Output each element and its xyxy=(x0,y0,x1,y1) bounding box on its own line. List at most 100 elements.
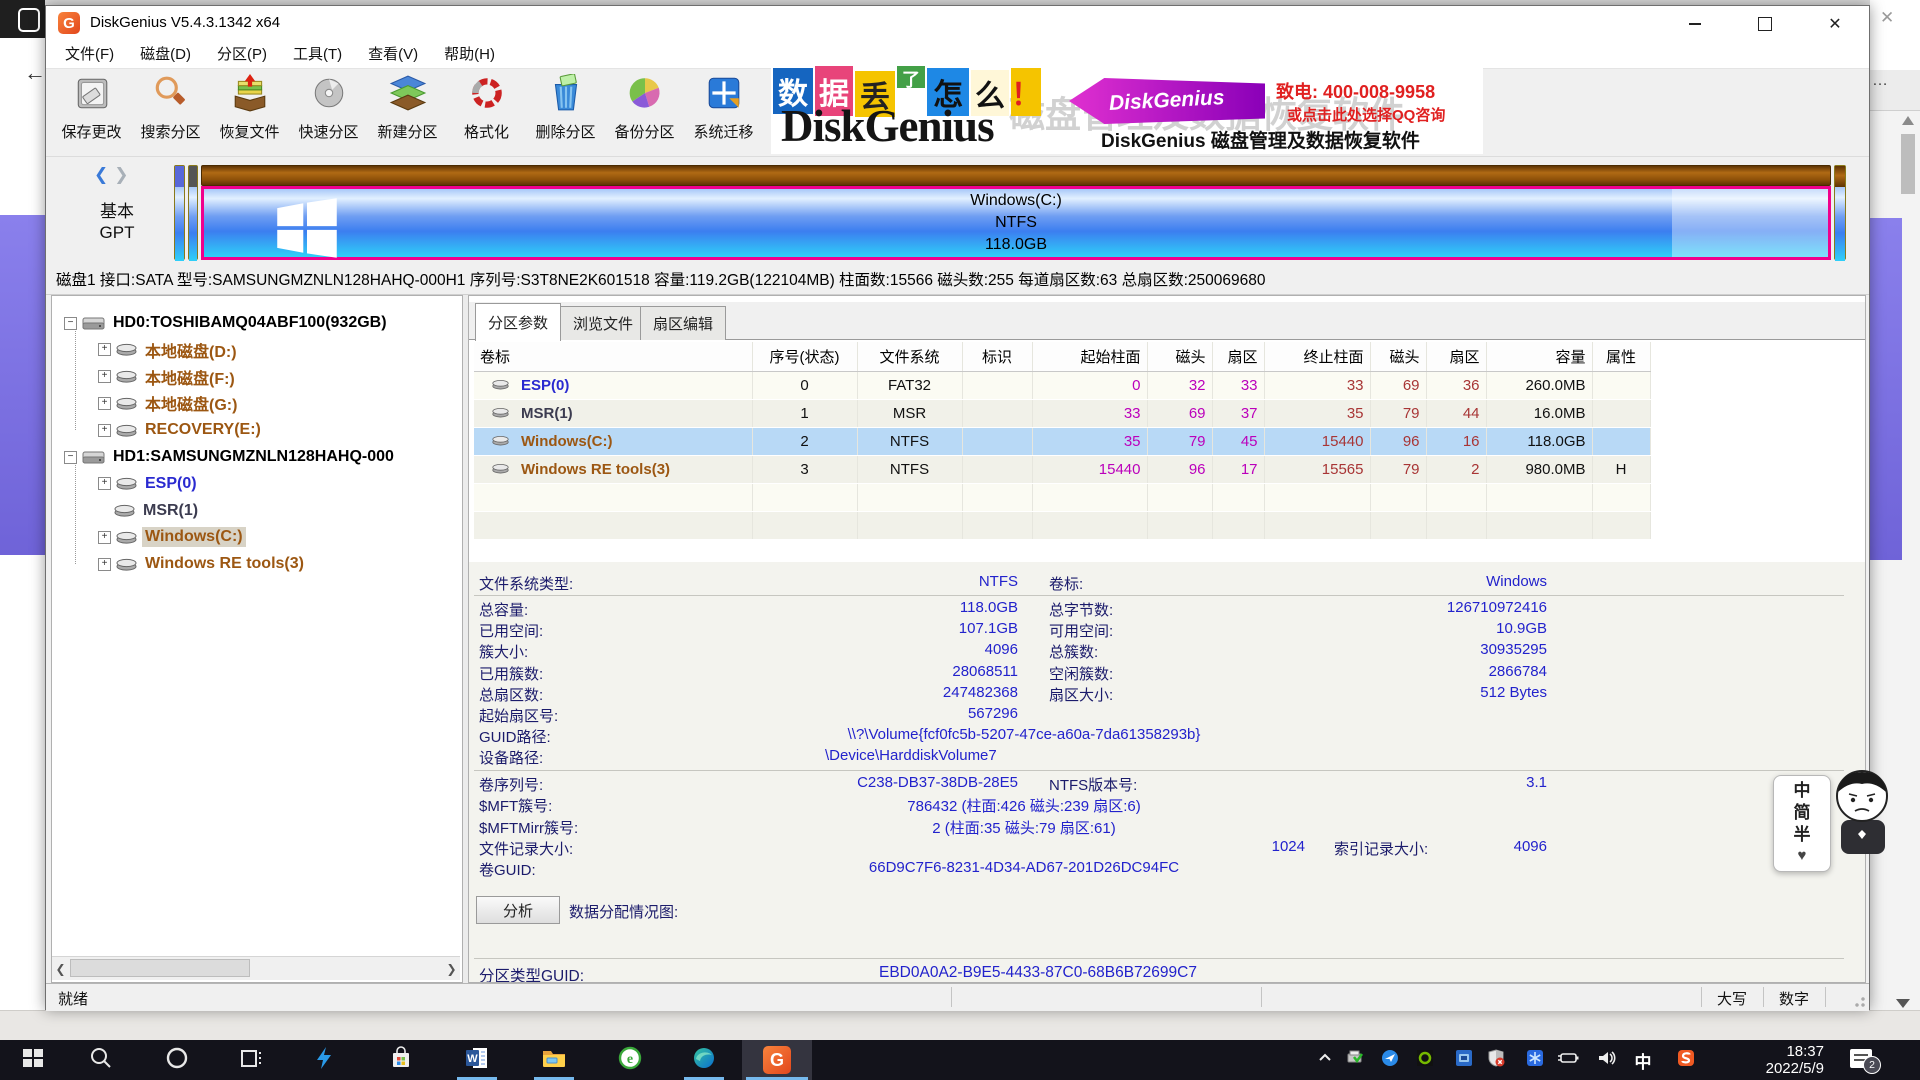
column-header[interactable]: 容量 xyxy=(1486,342,1592,372)
ime-lang-toggle[interactable]: 中 xyxy=(1794,780,1811,802)
tray-ime-mode-icon[interactable]: 中 xyxy=(1628,1040,1658,1080)
tray-snowflake-icon[interactable] xyxy=(1520,1040,1550,1080)
scroll-up-icon[interactable] xyxy=(1902,116,1914,125)
expand-icon[interactable]: + xyxy=(98,531,111,544)
taskbar-store-button[interactable] xyxy=(377,1040,425,1080)
column-header[interactable]: 卷标 xyxy=(474,342,752,372)
taskbar-word-button[interactable]: W xyxy=(453,1040,501,1080)
column-header[interactable]: 序号(状态) xyxy=(752,342,857,372)
toolbar-format-button[interactable]: 格式化 xyxy=(447,69,526,153)
table-header-row[interactable]: 卷标序号(状态)文件系统标识起始柱面磁头扇区终止柱面磁头扇区容量属性 xyxy=(474,342,1650,372)
toolbar-backup-partition-button[interactable]: 备份分区 xyxy=(605,69,684,153)
collapse-icon[interactable]: − xyxy=(64,451,77,464)
partition-c-bar[interactable]: Windows(C:) NTFS 118.0GB xyxy=(201,186,1831,260)
ad-banner[interactable]: 磁盘管理及数据恢复软件 数据丢了怎么！ DiskGenius DiskGeniu… xyxy=(771,66,1483,154)
taskbar-edge-button[interactable] xyxy=(680,1040,728,1080)
analyze-button[interactable]: 分析 xyxy=(476,896,560,924)
expand-icon[interactable]: + xyxy=(98,424,111,437)
taskbar-diskgenius-button[interactable]: G xyxy=(742,1040,812,1080)
tray-bird-icon[interactable] xyxy=(1375,1040,1405,1080)
tray-tray-expand-icon[interactable] xyxy=(1310,1040,1340,1080)
toolbar-save-button[interactable]: 保存更改 xyxy=(52,69,131,153)
partition-esp-bar[interactable] xyxy=(174,165,185,260)
column-header[interactable]: 扇区 xyxy=(1212,342,1264,372)
tray-sogou-icon[interactable] xyxy=(1671,1040,1701,1080)
back-arrow-icon[interactable]: ← xyxy=(24,60,46,86)
expand-icon[interactable]: + xyxy=(98,370,111,383)
scroll-left-icon[interactable]: ❮ xyxy=(52,957,69,980)
column-header[interactable]: 磁头 xyxy=(1147,342,1212,372)
tree-item--g-[interactable]: +本地磁盘(G:) xyxy=(98,390,240,416)
tray-volume-icon[interactable] xyxy=(1592,1040,1622,1080)
column-header[interactable]: 标识 xyxy=(962,342,1032,372)
tree-item-hd1-samsungmznln128hahq-000[interactable]: −HD1:SAMSUNGMZNLN128HAHQ-000 xyxy=(64,444,397,470)
menu-item-2[interactable]: 分区(P) xyxy=(204,41,280,69)
menu-item-1[interactable]: 磁盘(D) xyxy=(127,41,204,69)
table-row[interactable]: Windows(C:)2NTFS357945154409616118.0GB xyxy=(474,428,1650,456)
maximize-button[interactable] xyxy=(1736,6,1794,41)
disk-nav-arrows[interactable]: ❮❯ xyxy=(94,165,140,185)
tree-item-recovery-e-[interactable]: +RECOVERY(E:) xyxy=(98,417,264,443)
column-header[interactable]: 属性 xyxy=(1592,342,1650,372)
collapse-icon[interactable]: − xyxy=(64,317,77,330)
tray-intel-graphics-icon[interactable] xyxy=(1449,1040,1479,1080)
menu-item-0[interactable]: 文件(F) xyxy=(52,41,127,69)
column-header[interactable]: 文件系统 xyxy=(857,342,962,372)
taskbar-cortana-button[interactable] xyxy=(153,1040,201,1080)
toolbar-new-partition-button[interactable]: 新建分区 xyxy=(368,69,447,153)
minimize-button[interactable] xyxy=(1666,6,1724,41)
close-button[interactable]: ✕ xyxy=(1806,6,1864,41)
tray-print-queue-icon[interactable] xyxy=(1340,1040,1370,1080)
banner-qq-link[interactable]: 或点击此处选择QQ咨询 xyxy=(1287,104,1445,125)
tree-item--f-[interactable]: +本地磁盘(F:) xyxy=(98,364,238,390)
scrollbar-thumb[interactable] xyxy=(1901,134,1915,194)
resize-grip[interactable] xyxy=(1854,996,1866,1008)
taskbar-clock[interactable]: 18:37 2022/5/9 xyxy=(1728,1043,1824,1077)
taskbar-search-button[interactable] xyxy=(77,1040,125,1080)
partition-re-bar[interactable] xyxy=(1834,165,1846,260)
notification-center-icon[interactable]: 2 xyxy=(1850,1047,1880,1073)
toolbar-delete-partition-button[interactable]: 删除分区 xyxy=(526,69,605,153)
column-header[interactable]: 扇区 xyxy=(1426,342,1486,372)
table-row[interactable]: ESP(0)0FAT3203233336936260.0MB xyxy=(474,372,1650,400)
menu-item-3[interactable]: 工具(T) xyxy=(280,41,355,69)
expand-icon[interactable]: + xyxy=(98,343,111,356)
tree-item-msr-1-[interactable]: MSR(1) xyxy=(98,498,201,524)
close-icon[interactable]: ✕ xyxy=(1880,8,1894,28)
menu-item-5[interactable]: 帮助(H) xyxy=(431,41,508,69)
table-row[interactable]: Windows RE tools(3)3NTFS1544096171556579… xyxy=(474,456,1650,484)
taskbar-thunder-button[interactable] xyxy=(300,1040,348,1080)
ime-simplified-toggle[interactable]: 简 xyxy=(1794,802,1811,824)
taskbar-start-button[interactable] xyxy=(9,1040,57,1080)
table-row[interactable]: MSR(1)1MSR33693735794416.0MB xyxy=(474,400,1650,428)
more-options-icon[interactable]: … xyxy=(1872,72,1891,90)
ime-halfwidth-toggle[interactable]: 半 xyxy=(1794,824,1811,846)
heart-icon[interactable]: ♥ xyxy=(1798,846,1807,866)
toolbar-recover-files-button[interactable]: 恢复文件 xyxy=(210,69,289,153)
taskbar-explorer-button[interactable] xyxy=(530,1040,578,1080)
tray-defender-icon[interactable] xyxy=(1481,1040,1511,1080)
column-header[interactable]: 起始柱面 xyxy=(1032,342,1147,372)
toolbar-quick-partition-button[interactable]: 快速分区 xyxy=(289,69,368,153)
menu-item-4[interactable]: 查看(V) xyxy=(355,41,431,69)
expand-icon[interactable]: + xyxy=(98,558,111,571)
toolbar-system-migration-button[interactable]: 系统迁移 xyxy=(684,69,763,153)
tree-horizontal-scrollbar[interactable]: ❮ ❯ xyxy=(52,956,460,980)
expand-icon[interactable]: + xyxy=(98,477,111,490)
tray-power-icon[interactable] xyxy=(1553,1040,1583,1080)
partition-msr-bar[interactable] xyxy=(188,165,198,260)
toolbar-search-partition-button[interactable]: 搜索分区 xyxy=(131,69,210,153)
taskbar-task-view-button[interactable] xyxy=(227,1040,275,1080)
ime-status-panel[interactable]: 中简半 ♥ xyxy=(1773,775,1831,872)
tab-partition-params[interactable]: 分区参数 xyxy=(475,303,561,341)
tree-item-hd0-toshibamq04abf100-932gb-[interactable]: −HD0:TOSHIBAMQ04ABF100(932GB) xyxy=(64,310,390,336)
tray-nvidia-icon[interactable] xyxy=(1410,1040,1440,1080)
tree-item-esp-0-[interactable]: +ESP(0) xyxy=(98,471,200,497)
dropdown-caret-icon[interactable] xyxy=(1896,999,1910,1008)
column-header[interactable]: 终止柱面 xyxy=(1264,342,1370,372)
column-header[interactable]: 磁头 xyxy=(1370,342,1426,372)
tree-item-windows-re-tools-3-[interactable]: +Windows RE tools(3) xyxy=(98,551,307,577)
taskbar-ie-button[interactable]: e xyxy=(606,1040,654,1080)
tab-browse-files[interactable]: 浏览文件 xyxy=(560,306,646,340)
tab-sector-edit[interactable]: 扇区编辑 xyxy=(640,306,726,340)
